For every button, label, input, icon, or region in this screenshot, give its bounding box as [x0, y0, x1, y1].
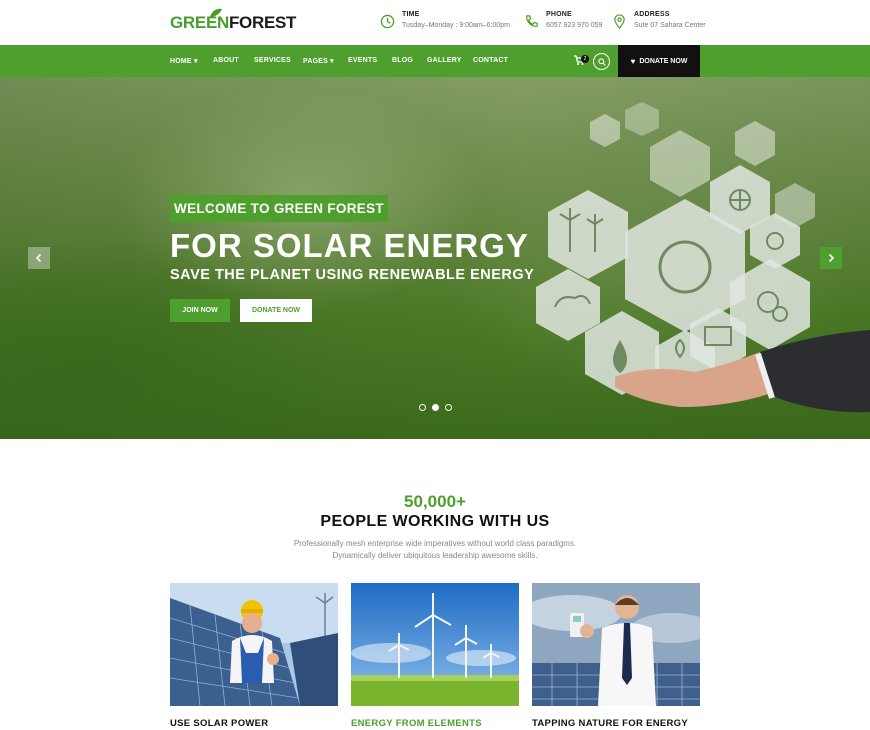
nav-pages-label: PAGES: [303, 58, 328, 65]
phone-value[interactable]: 6057 923 970 059: [546, 22, 602, 29]
people-count-stat: 50,000+: [404, 492, 466, 511]
card-title-tapping-nature[interactable]: TAPPING NATURE FOR ENERGY: [532, 718, 688, 729]
slider-dots: [419, 404, 452, 411]
time-label: TIME: [402, 11, 420, 18]
location-pin-icon: [614, 14, 625, 29]
nav-item-events[interactable]: EVENTS: [348, 57, 377, 64]
time-value: Tusday–Monday : 9:00am–6:00pm: [402, 22, 510, 29]
card-image-wind-turbines[interactable]: [351, 583, 519, 706]
hero-subtitle: SAVE THE PLANET USING RENEWABLE ENERGY: [170, 267, 535, 283]
cart-count-badge: 2: [581, 55, 589, 63]
slider-prev-button[interactable]: [28, 247, 50, 269]
caret-down-icon: ▾: [193, 58, 198, 65]
section-heading: PEOPLE WORKING WITH US: [320, 513, 550, 530]
caret-down-icon: ▾: [330, 58, 334, 65]
card-image-businessman[interactable]: [532, 583, 700, 706]
chevron-left-icon: [35, 253, 42, 263]
contact-time: TIME Tusday–Monday : 9:00am–6:00pm: [380, 11, 510, 29]
nav-item-home[interactable]: HOME ▾: [170, 57, 198, 65]
contact-phone: PHONE 6057 923 970 059: [524, 11, 602, 29]
phone-icon: [526, 15, 538, 27]
nav-item-services[interactable]: SERVICES: [254, 57, 291, 64]
renewable-energy-hexagons-illustration: [536, 102, 870, 413]
header-topbar: GREENFOREST TIME Tusday–Monday : 9:00am–…: [0, 0, 870, 45]
phone-label: PHONE: [546, 11, 572, 18]
join-now-button[interactable]: JOIN NOW: [170, 299, 230, 322]
site-logo[interactable]: GREENFOREST: [170, 8, 297, 33]
address-label: ADDRESS: [634, 11, 670, 18]
contact-address: ADDRESS Sute 07 Sahara Center: [612, 11, 706, 29]
wind-turbines-photo: [351, 583, 519, 706]
card-title-solar-power[interactable]: USE SOLAR POWER: [170, 718, 268, 729]
donate-now-nav-button[interactable]: ♥ DONATE NOW: [618, 45, 700, 77]
slider-dot-1[interactable]: [419, 404, 426, 411]
slider-next-button[interactable]: [820, 247, 842, 269]
nav-item-pages[interactable]: PAGES ▾: [303, 57, 334, 65]
logo-forest: FOREST: [228, 13, 297, 32]
solar-worker-photo: [170, 583, 338, 706]
donate-now-hero-button[interactable]: DONATE NOW: [240, 299, 312, 322]
nav-item-about[interactable]: ABOUT: [213, 57, 239, 64]
search-icon: [598, 58, 606, 66]
hero-slider: WELCOME TO GREEN FOREST FOR SOLAR ENERGY…: [0, 77, 870, 439]
nav-item-blog[interactable]: BLOG: [392, 57, 413, 64]
clock-icon: [380, 14, 395, 29]
description-line-1: Professionally mesh enterprise wide impe…: [293, 539, 577, 548]
card-title-energy-elements[interactable]: ENERGY FROM ELEMENTS: [351, 718, 482, 729]
slider-dot-3[interactable]: [445, 404, 452, 411]
hero-title: FOR SOLAR ENERGY: [170, 227, 529, 264]
heart-icon: ♥: [630, 56, 636, 66]
leaf-icon: [210, 8, 222, 17]
chevron-right-icon: [828, 253, 835, 263]
nav-home-label: HOME: [170, 58, 192, 65]
search-button[interactable]: [593, 53, 610, 70]
address-value: Sute 07 Sahara Center: [634, 22, 706, 29]
nav-item-contact[interactable]: CONTACT: [473, 57, 508, 64]
hero-welcome-badge: WELCOME TO GREEN FOREST: [170, 195, 388, 222]
nav-item-gallery[interactable]: GALLERY: [427, 57, 462, 64]
businessman-photo: [532, 583, 700, 706]
slider-dot-2[interactable]: [432, 404, 439, 411]
card-image-solar-worker[interactable]: [170, 583, 338, 706]
section-description: Professionally mesh enterprise wide impe…: [0, 538, 870, 562]
donate-nav-label: DONATE NOW: [639, 57, 688, 65]
main-nav: HOME ▾ ABOUT SERVICES PAGES ▾ EVENTS BLO…: [0, 45, 870, 77]
description-line-2: Dynamically deliver ubiquitous leadershi…: [332, 551, 538, 560]
